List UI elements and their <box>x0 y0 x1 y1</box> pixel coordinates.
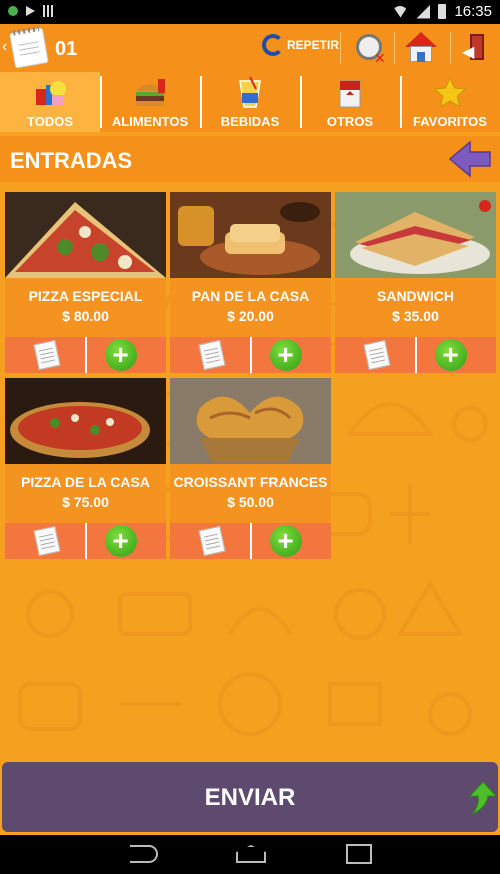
notepad-icon <box>33 339 61 371</box>
home-nav-icon[interactable] <box>236 845 266 863</box>
plus-icon: + <box>104 339 137 371</box>
product-name: PIZZA ESPECIAL <box>28 288 143 304</box>
product-card[interactable]: PIZZA DE LA CASA $ 75.00 + <box>5 378 166 559</box>
croissant-frances-photo <box>170 378 331 464</box>
cigarette-pack-icon <box>339 80 361 108</box>
star-icon <box>433 76 467 108</box>
add-note-button[interactable] <box>5 523 87 559</box>
signal-icon <box>416 4 431 19</box>
sandwich-photo <box>335 192 496 278</box>
app-screen: ‹ 01 REPETIR ✕ ◀ TODOS ALIMENTOS BEBIDAS… <box>0 24 500 835</box>
cancel-timer-button[interactable]: ✕ <box>354 32 386 66</box>
pizza-especial-photo <box>5 192 166 278</box>
add-to-order-button[interactable]: + <box>252 337 332 373</box>
play-store-icon <box>26 6 35 16</box>
product-card[interactable]: PAN DE LA CASA $ 20.00 + <box>170 192 331 373</box>
product-name: SANDWICH <box>377 288 454 304</box>
product-actions: + <box>5 523 166 559</box>
add-note-button[interactable] <box>335 337 417 373</box>
arrow-left-icon: ◀ <box>462 44 475 61</box>
barcode-icon <box>43 5 53 17</box>
product-price: $ 50.00 <box>227 494 274 510</box>
order-number: 01 <box>55 38 78 60</box>
tab-label: FAVORITOS <box>413 114 487 129</box>
notepad-icon <box>363 339 391 371</box>
add-note-button[interactable] <box>170 337 252 373</box>
product-name: PAN DE LA CASA <box>191 288 310 304</box>
back-icon[interactable] <box>130 845 158 863</box>
add-to-order-button[interactable]: + <box>87 337 167 373</box>
tab-todos[interactable]: TODOS <box>0 72 100 132</box>
home-icon-door <box>417 52 425 62</box>
section-title: ENTRADAS <box>10 148 133 173</box>
add-to-order-button[interactable]: + <box>87 523 167 559</box>
plus-icon: + <box>269 525 302 557</box>
pan-de-la-casa-photo <box>170 192 331 278</box>
plus-icon: + <box>434 339 467 371</box>
recent-apps-icon[interactable] <box>346 844 372 864</box>
repeat-label: REPETIR <box>287 38 340 52</box>
product-actions: + <box>170 337 331 373</box>
burger-icon <box>136 79 165 106</box>
arrow-up-icon <box>470 782 496 814</box>
product-price: $ 75.00 <box>62 494 109 510</box>
product-card[interactable]: PIZZA ESPECIAL $ 80.00 + <box>5 192 166 373</box>
drink-icon <box>239 76 261 108</box>
system-nav-bar <box>0 835 500 874</box>
exit-button[interactable]: ◀ <box>462 34 490 62</box>
product-card[interactable]: CROISSANT FRANCES $ 50.00 + <box>170 378 331 559</box>
wifi-icon <box>392 5 409 18</box>
tab-otros[interactable]: OTROS <box>300 72 400 132</box>
plus-icon: + <box>104 525 137 557</box>
product-actions: + <box>335 337 496 373</box>
notepad-icon <box>33 525 61 557</box>
tab-label: ALIMENTOS <box>111 114 189 129</box>
battery-icon <box>438 4 447 19</box>
chevron-left-icon[interactable]: ‹ <box>2 38 7 56</box>
header-divider <box>450 32 451 64</box>
repeat-button[interactable]: REPETIR <box>262 34 339 56</box>
repeat-icon <box>262 34 284 56</box>
header-divider <box>394 32 395 64</box>
section-header: ENTRADAS <box>0 136 500 182</box>
product-price: $ 20.00 <box>227 308 274 324</box>
close-icon: ✕ <box>374 50 386 66</box>
order-notepad-icon[interactable] <box>9 27 49 69</box>
product-price: $ 35.00 <box>392 308 439 324</box>
tab-label: OTROS <box>326 114 374 129</box>
status-bar: 16:35 <box>0 0 500 24</box>
tab-label: TODOS <box>27 114 73 129</box>
plus-icon: + <box>269 339 302 371</box>
send-order-button[interactable]: ENVIAR <box>2 762 498 832</box>
header-divider <box>340 32 341 64</box>
home-button[interactable] <box>404 30 438 64</box>
status-time: 16:35 <box>454 3 492 20</box>
tab-alimentos[interactable]: ALIMENTOS <box>100 72 200 132</box>
notepad-icon <box>198 339 226 371</box>
product-price: $ 80.00 <box>62 308 109 324</box>
product-card[interactable]: SANDWICH $ 35.00 + <box>335 192 496 373</box>
tab-bebidas[interactable]: BEBIDAS <box>200 72 300 132</box>
tab-favoritos[interactable]: FAVORITOS <box>400 72 500 132</box>
product-actions: + <box>170 523 331 559</box>
pizza-de-la-casa-photo <box>5 378 166 464</box>
app-header: ‹ 01 REPETIR ✕ ◀ <box>0 24 500 72</box>
add-note-button[interactable] <box>5 337 87 373</box>
arrow-left-icon[interactable] <box>448 140 492 178</box>
send-label: ENVIAR <box>204 784 296 811</box>
notification-dot-icon <box>8 6 18 16</box>
add-to-order-button[interactable]: + <box>417 337 497 373</box>
add-note-button[interactable] <box>170 523 252 559</box>
product-name: PIZZA DE LA CASA <box>21 474 150 490</box>
product-name: CROISSANT FRANCES <box>173 474 328 490</box>
tab-label: BEBIDAS <box>220 114 280 129</box>
product-actions: + <box>5 337 166 373</box>
notepad-icon <box>198 525 226 557</box>
add-to-order-button[interactable]: + <box>252 523 332 559</box>
home-icon <box>405 32 437 47</box>
all-food-icon <box>36 81 66 105</box>
category-tabs: TODOS ALIMENTOS BEBIDAS OTROS FAVORITOS <box>0 72 500 132</box>
